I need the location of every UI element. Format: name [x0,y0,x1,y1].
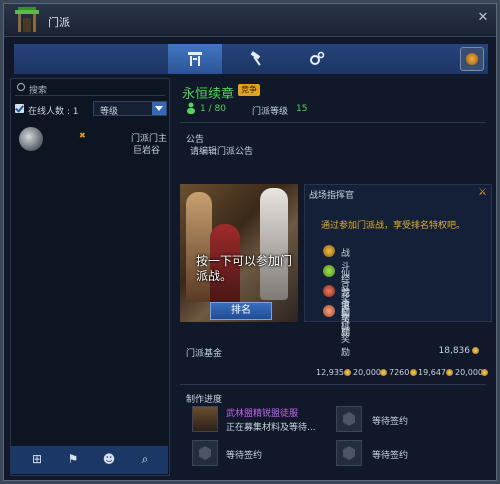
member-filter: 在线人数 : 1 等级 [15,101,167,119]
hall-icon [188,52,202,66]
banner-figure [186,192,212,302]
resource-icon [446,369,453,376]
bean-icon [323,265,335,277]
craft-slot-empty[interactable] [192,440,218,466]
status-badge: 竞争 [238,84,260,96]
search-icon [17,83,25,91]
waiting-label: 等待签约 [226,451,263,461]
announcement-text[interactable]: 请编辑门派公告 [190,144,253,157]
gears-icon [310,51,325,65]
craft-item-status: 正在募集材料及等待... [226,423,316,433]
waiting-label: 等待签约 [372,417,409,427]
empty-slot-icon [343,446,355,460]
fund-value: 18,836 [438,346,471,356]
sort-select-value: 等级 [100,107,119,117]
chevron-down-icon [152,102,166,115]
guild-window: 门派 ✕ 搜索 在线人数: 1 等级 ✖ 门派门主 巨岩谷 ⊞ ⚑ ☻ ⌕ 永… [3,3,497,481]
waiting-label: 等待签约 [372,451,409,461]
rank-button[interactable]: 排名 [210,302,272,320]
fund-label: 门派基金 [186,349,223,359]
member-panel: 搜索 在线人数 : 1 等级 ✖ 门派门主 巨岩谷 [10,78,170,476]
hammer-icon [250,51,261,66]
divider [180,122,486,123]
guild-war-banner[interactable]: 按一下可以参加门派战。 排名 [180,184,298,322]
resource-icon [481,369,488,376]
divider [180,384,486,385]
title-bar[interactable]: 门派 ✕ [4,4,496,37]
craft-item-slot[interactable] [192,406,218,432]
crown-icon: ✖ [79,131,86,140]
resource-icon [344,369,351,376]
guild-storage-button[interactable] [460,47,484,71]
tab-hall[interactable] [168,44,222,74]
member-actions: ⊞ ⚑ ☻ ⌕ [10,446,168,474]
dragonfruit-icon [323,285,335,297]
search-placeholder: 搜索 [29,86,48,96]
tab-craft[interactable] [230,44,284,74]
craft-slot-empty[interactable] [336,406,362,432]
coin-icon [472,347,479,354]
resource-icon [410,369,417,376]
add-member-icon[interactable]: ⊞ [28,452,46,468]
sort-select[interactable]: 等级 [93,101,167,117]
banner-text: 按一下可以参加门派战。 [196,254,293,283]
empty-slot-icon [199,446,211,460]
guild-level-label: 门派等级 [252,107,289,117]
commander-description: 通过参加门派战，享受排名特权吧。 [321,221,466,231]
resource-icon [380,369,387,376]
exp-icon [323,245,335,257]
person-icon [187,102,195,114]
crossed-swords-icon: ⚔ [478,187,487,198]
guild-level-value: 15 [296,104,308,114]
resource-value: 12,935 [316,368,344,377]
list-item[interactable]: ✖ 门派门主 巨岩谷 [15,125,167,157]
craft-item-name: 武林盟精锐盟徒服 [226,409,299,419]
peach-icon [323,305,335,317]
craft-slot-empty[interactable] [336,440,362,466]
craft-title: 制作进度 [186,395,223,405]
guild-gate-icon [15,7,39,32]
manage-icon[interactable]: ⚑ [64,452,82,468]
tab-settings[interactable] [290,44,344,74]
resource-value: 20,000 [353,368,381,377]
perk-label: 仙桃奖励 [341,309,351,358]
search-input[interactable]: 搜索 [15,81,165,96]
commander-panel: 战场指挥官 ⚔ 通过参加门派战，享受排名特权吧。 战斗经验值增加 仙豆奖励 龙果… [304,184,492,358]
window-title: 门派 [48,16,70,29]
tab-bar [14,44,488,74]
resource-value: 7260 [389,368,410,377]
commander-title: 战场指挥官 [309,191,355,201]
online-checkbox[interactable] [15,104,24,113]
online-count-label: 在线人数 : 1 [28,107,79,117]
resource-value: 20,000 [455,368,483,377]
avatar [19,127,43,151]
search-members-icon[interactable]: ⌕ [136,452,154,468]
empty-slot-icon [343,412,355,426]
member-count: 1 / 80 [200,104,226,114]
close-icon[interactable]: ✕ [476,11,490,25]
members-icon[interactable]: ☻ [100,452,118,468]
resource-value: 19,647 [418,368,446,377]
guild-name: 永恒续章 [182,87,235,102]
member-name: 巨岩谷 [133,146,161,156]
